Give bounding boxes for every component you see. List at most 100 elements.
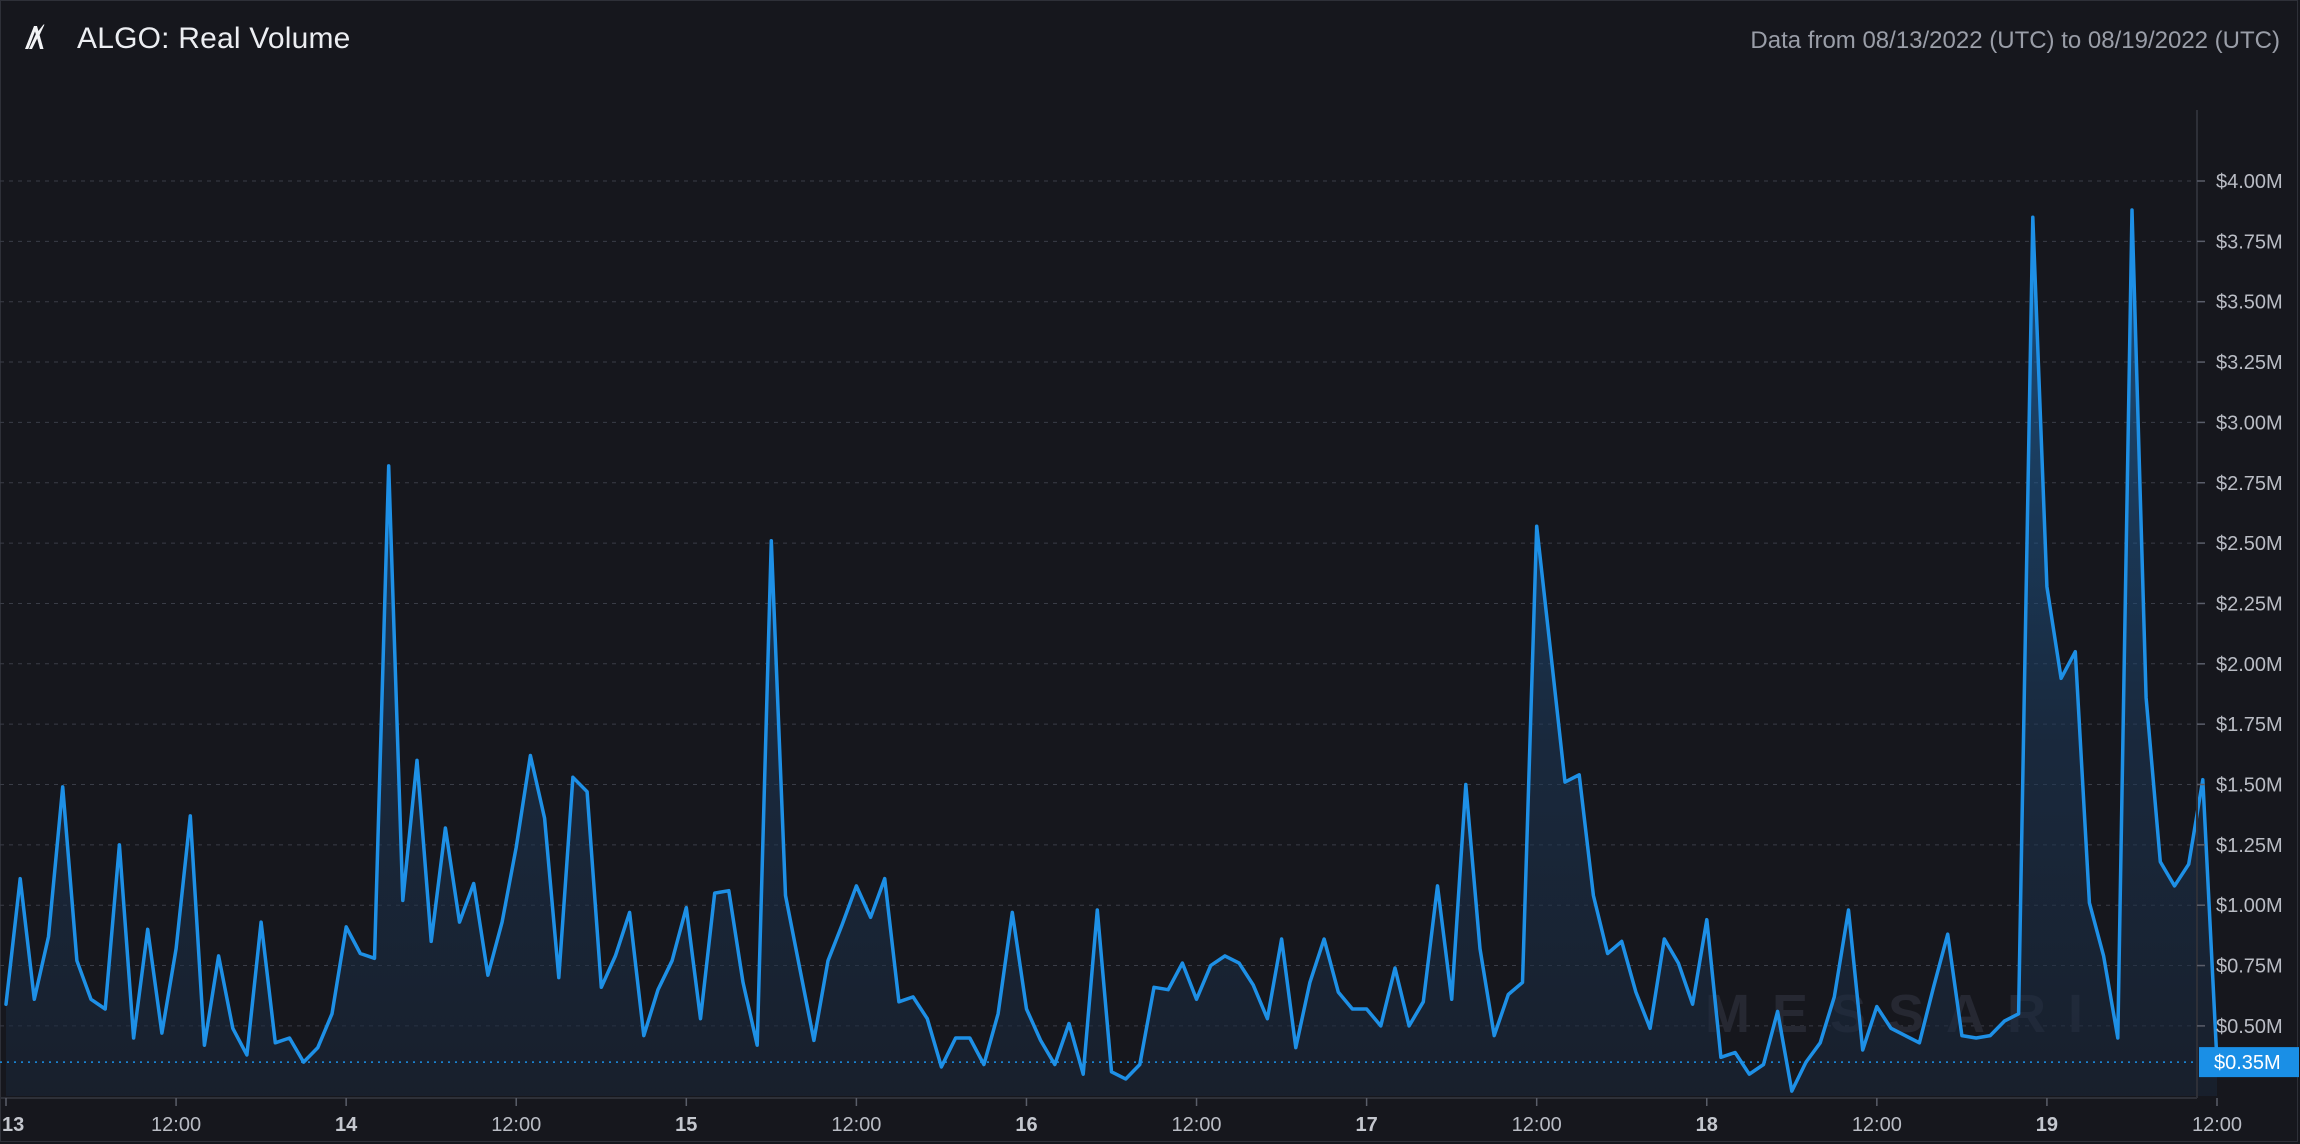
- data-point: [1124, 1078, 1127, 1080]
- data-point: [657, 988, 659, 991]
- data-point: [954, 1037, 957, 1039]
- data-point: [175, 947, 178, 950]
- data-point: [2187, 863, 2190, 866]
- data-point: [572, 776, 574, 779]
- data-point: [1592, 894, 1595, 897]
- data-point: [1379, 1025, 1382, 1027]
- data-point: [47, 935, 50, 938]
- data-point: [1734, 1051, 1736, 1054]
- data-point: [1649, 1027, 1651, 1030]
- x-tick-label-time: 12:00: [151, 1114, 201, 1136]
- data-point: [61, 786, 64, 788]
- data-point: [288, 1037, 291, 1039]
- data-point: [1904, 1034, 1907, 1037]
- data-point: [756, 1044, 759, 1047]
- data-point: [5, 1003, 7, 1006]
- data-point: [1635, 991, 1637, 993]
- data-point: [997, 1012, 999, 1015]
- data-point: [1833, 996, 1836, 998]
- data-point: [940, 1066, 943, 1068]
- data-point: [515, 846, 518, 849]
- data-point: [274, 1041, 277, 1044]
- data-point: [1720, 1056, 1722, 1059]
- data-point: [1082, 1073, 1085, 1076]
- last-value-label: $0.35M: [2214, 1052, 2281, 1074]
- data-point: [1535, 525, 1538, 528]
- data-point: [926, 1017, 929, 1020]
- data-point: [76, 959, 78, 962]
- data-point: [685, 906, 688, 909]
- data-point: [487, 974, 489, 977]
- data-point: [1819, 1041, 1822, 1044]
- data-point: [1748, 1073, 1751, 1076]
- data-point: [1705, 918, 1708, 921]
- y-tick-label: $0.50M: [2216, 1016, 2283, 1038]
- data-point: [968, 1037, 971, 1039]
- x-tick-label-day: 19: [2036, 1114, 2058, 1136]
- data-point: [1578, 773, 1581, 776]
- data-point: [2017, 1012, 2020, 1015]
- data-point: [430, 940, 433, 943]
- data-point: [373, 957, 376, 960]
- data-point: [203, 1044, 206, 1047]
- data-point: [104, 1008, 107, 1010]
- data-point: [671, 959, 673, 962]
- data-point: [883, 877, 886, 880]
- data-point: [1479, 947, 1481, 950]
- x-tick-label-day: 16: [1015, 1114, 1037, 1136]
- data-point: [2145, 696, 2148, 699]
- y-tick-label: $3.00M: [2216, 412, 2283, 434]
- data-point: [1110, 1070, 1113, 1073]
- x-tick-label-time: 12:00: [1512, 1114, 1562, 1136]
- data-point: [1663, 938, 1666, 940]
- area-chart: MESSARI $0.50M$0.75M$1.00M$1.25M$1.50M$1…: [0, 110, 2299, 1136]
- data-point: [1053, 1063, 1056, 1066]
- data-point: [898, 1000, 900, 1003]
- data-point: [727, 889, 730, 892]
- data-point: [1365, 1008, 1368, 1010]
- data-point: [316, 1046, 319, 1049]
- data-point: [345, 926, 348, 928]
- data-point: [2131, 209, 2133, 211]
- data-point: [912, 996, 914, 998]
- data-point: [543, 817, 546, 820]
- data-point: [2102, 955, 2105, 957]
- data-point: [1238, 962, 1240, 964]
- data-point: [1550, 653, 1552, 655]
- data-point: [1422, 1000, 1425, 1003]
- data-point: [387, 465, 390, 467]
- data-point: [1946, 933, 1949, 936]
- data-point: [628, 911, 631, 914]
- data-point: [1875, 1005, 1878, 1008]
- data-point: [132, 1037, 135, 1039]
- data-point: [798, 967, 801, 969]
- data-point: [1394, 967, 1396, 969]
- y-tick-label: $2.75M: [2216, 473, 2283, 495]
- y-tick-label: $0.75M: [2216, 956, 2283, 978]
- y-tick-label: $1.25M: [2216, 835, 2283, 857]
- data-point: [1790, 1090, 1793, 1092]
- x-tick-label-time: 12:00: [831, 1114, 881, 1136]
- data-point: [1564, 781, 1566, 783]
- data-point: [1989, 1034, 1992, 1037]
- data-point: [401, 899, 404, 902]
- y-tick-label: $4.00M: [2216, 171, 2283, 193]
- x-tick-label-time: 12:00: [491, 1114, 541, 1136]
- data-point: [827, 959, 829, 962]
- x-tick-label-day: 17: [1355, 1114, 1377, 1136]
- data-point: [614, 955, 617, 957]
- y-tick-label: $3.75M: [2216, 231, 2283, 253]
- data-point: [642, 1034, 645, 1037]
- data-point: [1493, 1034, 1496, 1037]
- data-point: [713, 892, 716, 894]
- data-point: [813, 1039, 815, 1042]
- x-tick-label-day: 14: [335, 1114, 358, 1136]
- data-point: [1975, 1037, 1977, 1039]
- data-point: [2060, 677, 2063, 680]
- data-point: [1861, 1049, 1864, 1051]
- data-point: [1153, 986, 1155, 989]
- data-point: [1266, 1017, 1269, 1020]
- y-tick-label: $1.75M: [2216, 714, 2283, 736]
- data-point: [444, 827, 447, 829]
- gridlines: [0, 180, 2197, 1027]
